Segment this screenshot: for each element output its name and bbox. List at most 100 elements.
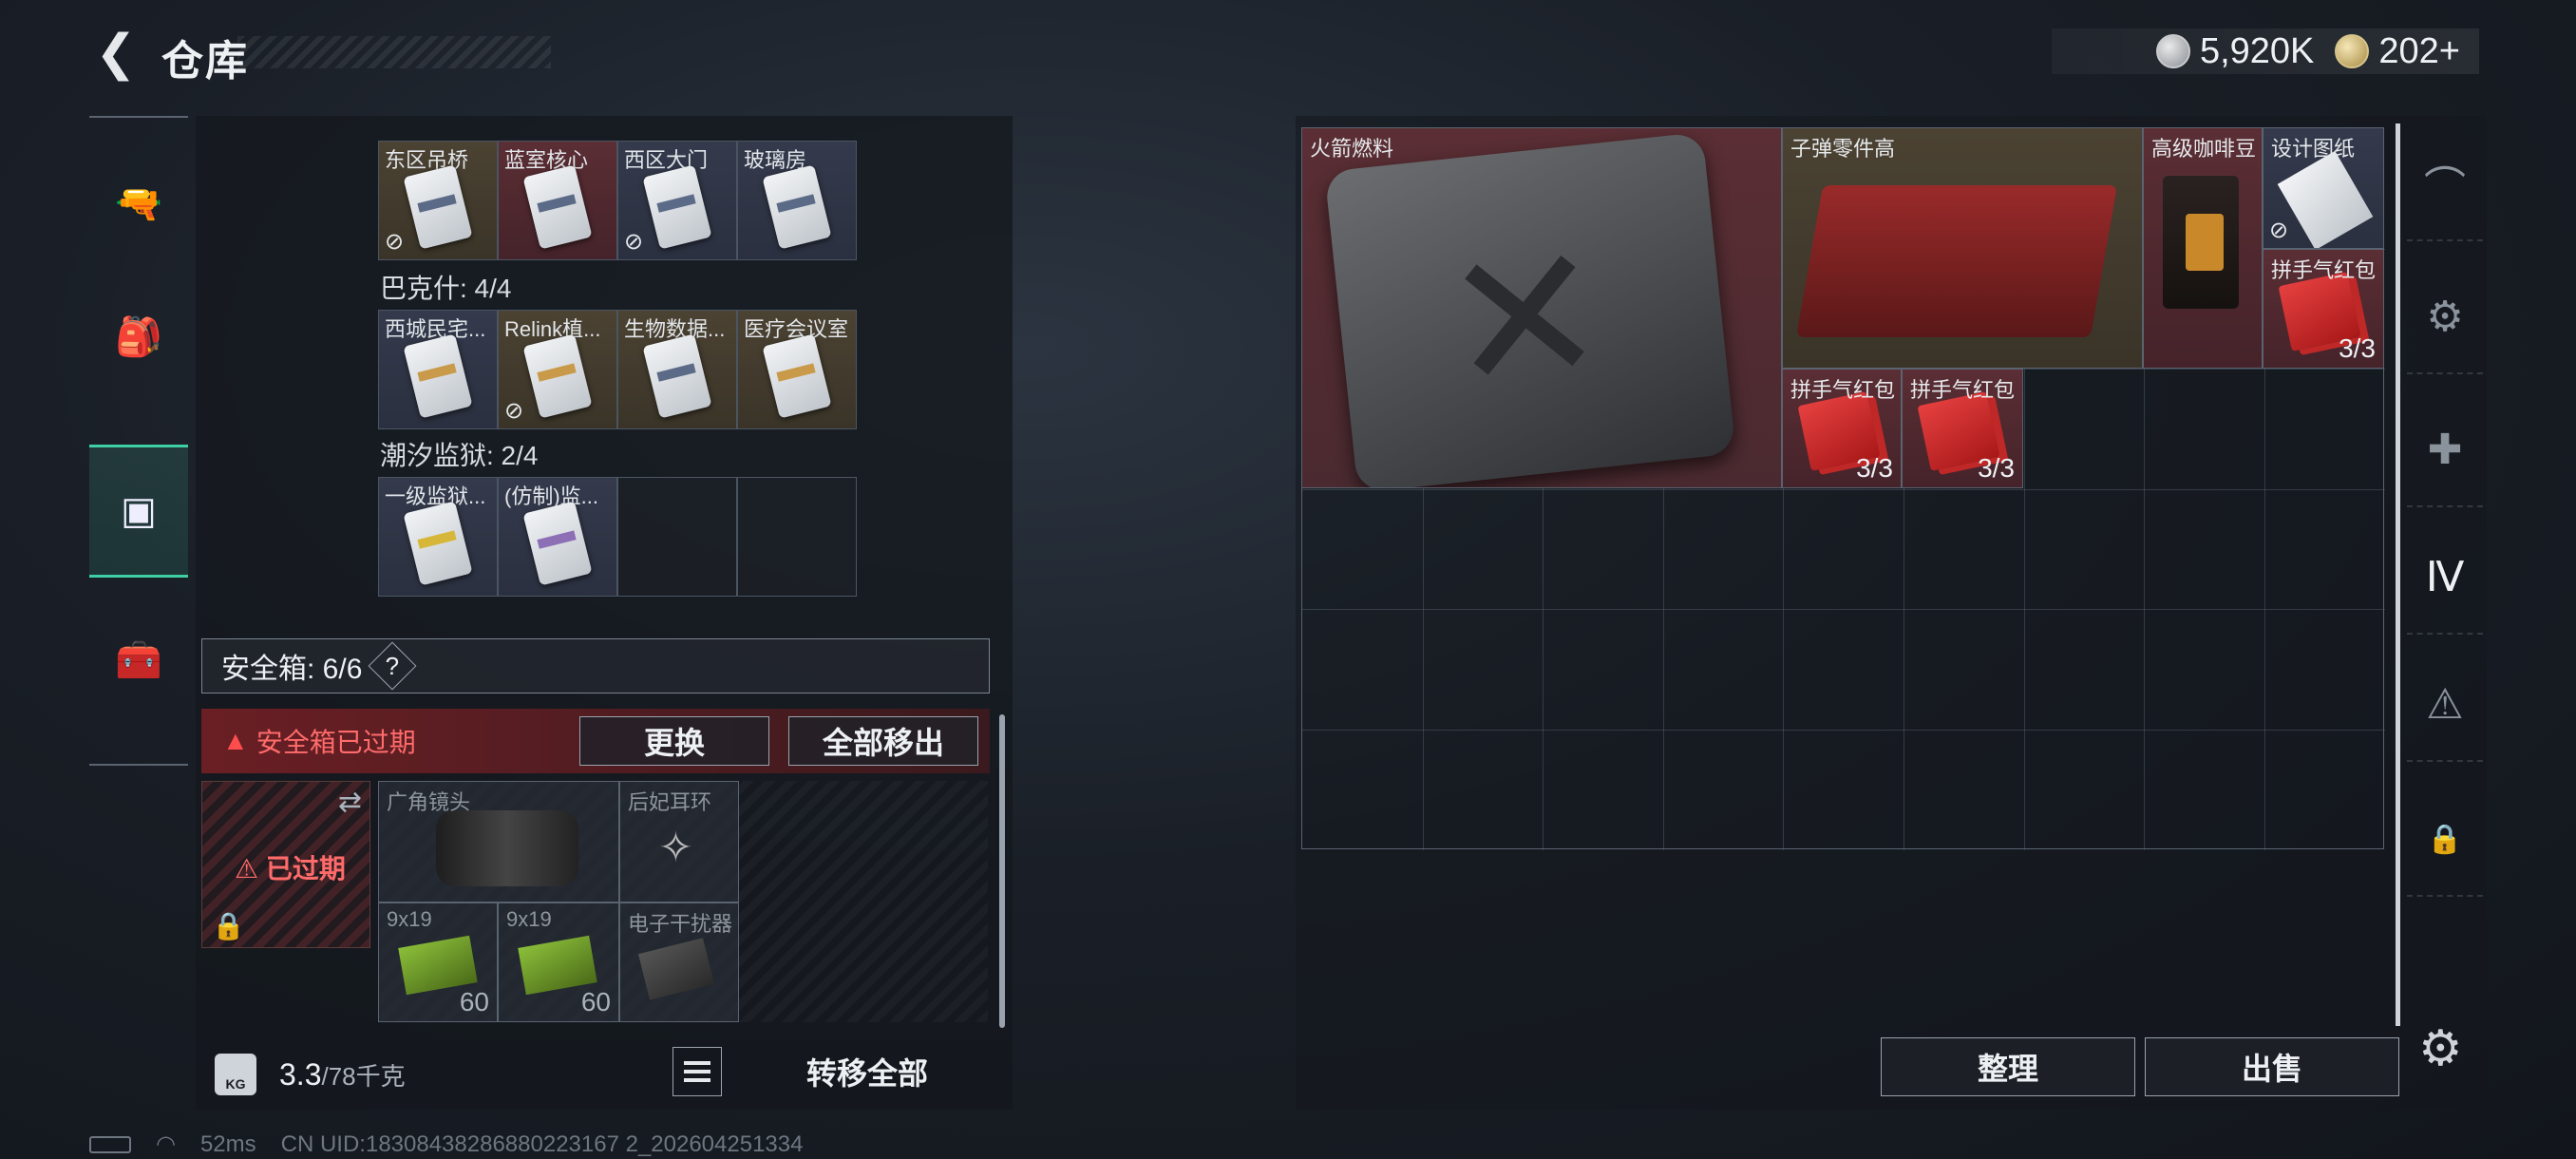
safe-item-ammo-2[interactable]: 9x19 60 [498, 902, 619, 1022]
keycard-image [403, 164, 473, 250]
expired-status: ⚠ 已过期 [235, 854, 346, 884]
keycard-image [642, 164, 712, 250]
silver-amount: 5,920K [2199, 30, 2315, 71]
keycard-case-icon: ▣ [121, 490, 157, 532]
sort-button[interactable]: 整理 [1881, 1037, 2135, 1096]
back-arrow-icon: ❮ [95, 26, 137, 81]
jerrycan-image [1324, 132, 1736, 487]
nav-arch[interactable]: ⌒ [2407, 127, 2483, 241]
system-status-bar: ◠ 52ms CN UID:18308438286880223167 2_202… [89, 1130, 803, 1158]
unbound-icon: ⊘ [385, 229, 405, 255]
key-slot[interactable]: Relink植... ⊘ [498, 310, 617, 429]
ammo-tray-image [1795, 185, 2118, 337]
unbound-icon: ⊘ [624, 229, 644, 255]
battery-icon [89, 1135, 131, 1153]
weight-value: 3.3/78千克 [279, 1056, 406, 1092]
nav-keycard-case[interactable]: ▣ [89, 445, 188, 578]
nav-locked[interactable]: 🔒 [2407, 783, 2483, 897]
arch-icon: ⌒ [2424, 164, 2466, 211]
stash-item-red-packet[interactable]: 拼手气红包 3/3 [1902, 369, 2023, 488]
ammo-box-image [518, 935, 597, 996]
unbound-icon: ⊘ [504, 398, 524, 424]
nav-weapons[interactable]: 🔫 [89, 137, 188, 270]
list-view-button[interactable] [672, 1047, 722, 1096]
key-slot[interactable]: 西城民宅... [378, 310, 498, 429]
keycard-image [642, 333, 712, 419]
gold-coin-icon [2335, 34, 2370, 68]
stash-item-red-packet[interactable]: 拼手气红包 3/3 [1782, 369, 1902, 488]
grid-line [1302, 609, 2385, 611]
nav-toolbox[interactable]: 🧰 [89, 593, 188, 726]
nav-tier-iv[interactable]: Ⅳ [2407, 521, 2483, 635]
weight-icon: KG [215, 1054, 256, 1095]
key-slot[interactable]: 一级监狱... [378, 477, 498, 597]
unbound-icon: ⊘ [2269, 218, 2289, 243]
key-slot[interactable]: 西区大门 ⊘ [617, 141, 737, 260]
list-icon [684, 1061, 710, 1065]
nav-warning-crate[interactable]: ⚠ [2407, 648, 2483, 762]
currency-gold[interactable]: 202+ [2335, 31, 2460, 72]
left-scrollbar[interactable] [999, 714, 1005, 1028]
jammer-image [637, 938, 715, 1000]
question-icon: ? [386, 651, 400, 680]
settings-button[interactable]: ⚙ [2418, 1020, 2463, 1077]
keycard-image [522, 333, 593, 419]
move-all-out-button[interactable]: 全部移出 [788, 716, 978, 766]
back-button[interactable]: ❮ [87, 25, 144, 82]
key-slot-empty[interactable] [617, 477, 737, 597]
keycard-image [522, 501, 593, 586]
safe-item-earring[interactable]: 后妃耳环 ✧ [619, 781, 739, 902]
backpack-icon: 🎒 [115, 315, 162, 358]
help-button[interactable]: ? [368, 641, 417, 691]
currency-silver[interactable]: 5,920K [2155, 30, 2315, 72]
blueprint-image [2277, 150, 2374, 248]
ping: 52ms [199, 1130, 256, 1157]
stash-item-blueprint[interactable]: 设计图纸 ⊘ [2263, 127, 2384, 249]
key-slot[interactable]: 生物数据... [617, 310, 737, 429]
currency-bar: 5,920K 202+ [2052, 28, 2479, 74]
swap-icon: ⇄ [337, 787, 362, 818]
gear-icon: ⚙ [2418, 1021, 2463, 1076]
key-slot-empty[interactable] [737, 477, 857, 597]
safe-item-jammer[interactable]: 电子干扰器 [619, 902, 739, 1022]
stash-item-red-packet[interactable]: 拼手气红包 3/3 [2263, 249, 2384, 369]
stash-item-ammo-parts[interactable]: 子弹零件高 [1782, 127, 2143, 369]
warning-icon: ▲ [222, 726, 249, 755]
gun-icon: 🔫 [115, 182, 162, 225]
wifi-icon: ◠ [156, 1131, 176, 1157]
replace-button[interactable]: 更换 [579, 716, 769, 766]
safe-item-wide-lens[interactable]: 广角镜头 [378, 781, 619, 902]
safe-item-ammo-1[interactable]: 9x19 60 [378, 902, 498, 1022]
key-slot[interactable]: 玻璃房 [737, 141, 857, 260]
key-slot[interactable]: 蓝室核心 [498, 141, 617, 260]
key-slot[interactable]: (仿制)监... [498, 477, 617, 597]
key-group-3: 一级监狱... (仿制)监... [378, 477, 857, 597]
safe-box-slot[interactable]: ⇄ ⚠ 已过期 🔒 [201, 781, 370, 948]
gold-amount: 202+ [2378, 30, 2460, 71]
lock-icon: 🔒 [212, 911, 245, 940]
expired-notice: 安全箱已过期 [256, 728, 416, 757]
transfer-all-button[interactable]: 转移全部 [739, 1043, 995, 1100]
nav-camera-machine[interactable]: ⚙ [2407, 260, 2483, 374]
keycard-image [762, 333, 832, 419]
stash-item-coffee-beans[interactable]: 高级咖啡豆 [2143, 127, 2263, 369]
nav-backpack[interactable]: 🎒 [89, 270, 188, 403]
nav-medkit[interactable]: ✚ [2407, 393, 2483, 507]
medkit-plus-icon: ✚ [2427, 426, 2463, 473]
left-category-nav: 🔫 🎒 ▣ 🧰 [89, 116, 188, 766]
keycard-image [403, 333, 473, 419]
stash-item-rocket-fuel[interactable]: 火箭燃料 [1301, 127, 1782, 488]
camera-machine-icon: ⚙ [2426, 293, 2464, 340]
right-scrollbar[interactable] [2396, 124, 2400, 1026]
warning-crate-icon: ⚠ [2426, 680, 2464, 728]
ammo-box-image [398, 935, 478, 996]
key-slot[interactable]: 医疗会议室 [737, 310, 857, 429]
uid: CN UID:18308438286880223167 2_2026042513… [280, 1130, 804, 1157]
sell-button[interactable]: 出售 [2145, 1037, 2399, 1096]
safe-box-header: 安全箱: 6/6 ? [201, 638, 990, 694]
keycard-image [403, 501, 473, 586]
coffee-bag-image [2163, 176, 2239, 309]
key-slot[interactable]: 东区吊桥 ⊘ [378, 141, 498, 260]
right-category-nav: ⌒ ⚙ ✚ Ⅳ ⚠ 🔒 [2407, 127, 2483, 1020]
keycard-image [522, 164, 593, 250]
